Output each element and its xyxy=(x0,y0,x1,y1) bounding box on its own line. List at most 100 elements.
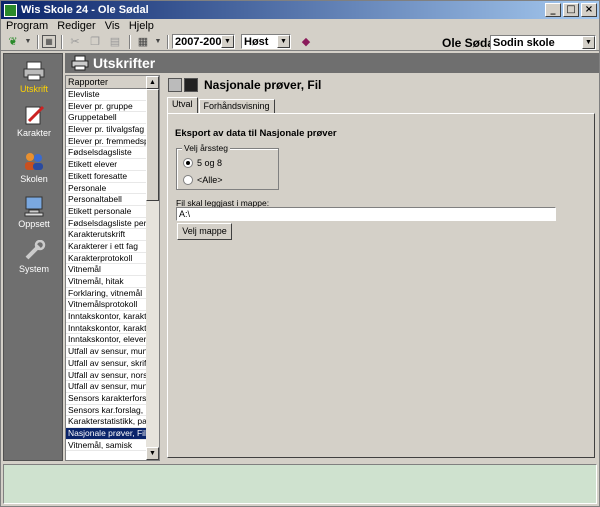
school-select[interactable]: Sodin skole ▼ xyxy=(490,35,596,50)
menu-hjelp[interactable]: Hjelp xyxy=(129,20,154,32)
sidebar-item-system[interactable]: System xyxy=(4,240,64,274)
title-bar: Wis Skole 24 - Ole Sødal _ □ × xyxy=(1,1,599,19)
report-list-item[interactable]: Karakterutskrift xyxy=(66,229,147,241)
print-preview-icon[interactable] xyxy=(168,78,182,92)
report-list-item[interactable]: Vitnemål xyxy=(66,264,147,276)
pencil-icon xyxy=(25,105,45,125)
folder-path-input[interactable]: A:\ xyxy=(176,207,556,221)
report-list-item[interactable]: Sensors kar.forslag, nor xyxy=(66,405,147,417)
report-list-item[interactable]: Inntakskontor, elever til xyxy=(66,334,147,347)
report-list-item[interactable]: Elever pr. gruppe xyxy=(66,101,147,113)
report-list-item[interactable]: Karakterer i ett fag xyxy=(66,241,147,253)
report-list-item[interactable]: Gruppetabell xyxy=(66,112,147,125)
report-list[interactable]: Rapporter Elevliste Elever pr. gruppe Grup… xyxy=(65,75,160,461)
report-list-item[interactable]: Personale xyxy=(66,183,147,195)
term-value: Høst xyxy=(244,35,269,48)
dropdown-arrow-icon[interactable]: ▼ xyxy=(154,34,162,50)
report-list-header: Rapporter xyxy=(66,76,147,89)
toolbar-separator xyxy=(61,34,63,49)
scrollbar-thumb[interactable] xyxy=(146,89,159,201)
report-list-item[interactable]: Karakterstatistikk, papir xyxy=(66,416,147,428)
sidebar-item-karakter[interactable]: Karakter xyxy=(4,104,64,138)
year-select[interactable]: 2007-2008 ▼ xyxy=(172,34,235,49)
calendar-icon[interactable]: ▦ xyxy=(42,35,56,48)
report-title: Nasjonale prøver, Fil xyxy=(168,78,321,92)
sidebar-item-utskrift[interactable]: Utskrift xyxy=(4,60,64,94)
report-list-item[interactable]: Fødselsdagsliste xyxy=(66,147,147,160)
radio-5-og-8[interactable]: 5 og 8 xyxy=(183,158,222,168)
report-title-text: Nasjonale prøver, Fil xyxy=(204,78,322,92)
report-list-item[interactable]: Etikett personale xyxy=(66,206,147,218)
report-list-item[interactable]: Elever pr. fremmedspråk xyxy=(66,136,147,148)
report-list-item[interactable]: Personaltabell xyxy=(66,194,147,206)
maximize-icon[interactable]: □ xyxy=(563,3,579,17)
book-icon[interactable]: ◆ xyxy=(297,34,315,50)
report-list-item[interactable]: Vitnemål, hitak xyxy=(66,276,147,288)
export-heading: Eksport av data til Nasjonale prøver xyxy=(175,128,337,139)
report-list-item[interactable]: Utfall av sensur, muntlig xyxy=(66,381,147,393)
sidebar-item-skolen[interactable]: Skolen xyxy=(4,150,64,184)
chevron-down-icon[interactable]: ▼ xyxy=(277,35,290,48)
radio-unselected-icon[interactable] xyxy=(183,175,193,185)
report-list-item[interactable]: Nasjonale prøver, Fil xyxy=(66,427,147,440)
content-panel: Nasjonale prøver, Fil Utval Forhåndsvisn… xyxy=(164,75,599,461)
minimize-icon[interactable]: _ xyxy=(545,3,561,17)
grade-group-label: Velj årssteg xyxy=(182,143,230,153)
menu-bar: Program Rediger Vis Hjelp xyxy=(1,19,599,33)
school-value: Sodin skole xyxy=(493,36,555,49)
scroll-down-icon[interactable]: ▼ xyxy=(146,447,159,460)
chevron-down-icon[interactable]: ▼ xyxy=(582,36,595,49)
close-icon[interactable]: × xyxy=(581,3,597,17)
report-list-item[interactable]: Vitnemål, samisk xyxy=(66,440,147,452)
report-list-item[interactable]: Utfall av sensur, norsk s xyxy=(66,370,147,382)
choose-folder-button[interactable]: Velj mappe xyxy=(177,223,232,240)
report-list-item[interactable]: Etikett foresatte xyxy=(66,171,147,183)
leaf-icon[interactable]: ❦ xyxy=(4,34,22,50)
report-list-item[interactable]: Utfall av sensur, muntlig xyxy=(66,346,147,358)
report-list-item[interactable]: Inntakskontor, karakter xyxy=(66,323,147,335)
report-list-item[interactable]: Elevliste xyxy=(66,89,147,101)
sidebar: Utskrift Karakter Skolen Oppsett System xyxy=(3,53,63,461)
section-title: Utskrifter xyxy=(93,55,156,71)
cut-icon[interactable]: ✂ xyxy=(66,34,84,50)
report-list-item[interactable]: Inntakskontor, karakter xyxy=(66,311,147,323)
radio-label: 5 og 8 xyxy=(197,158,223,168)
toolbar-separator xyxy=(167,34,169,49)
report-list-item[interactable]: Utfall av sensur, skriftlig xyxy=(66,358,147,370)
sidebar-item-oppsett[interactable]: Oppsett xyxy=(4,195,64,229)
radio-alle[interactable]: <Alle> xyxy=(183,175,223,185)
save-icon[interactable] xyxy=(184,78,198,92)
printer-icon xyxy=(23,61,45,81)
tab-strip: Utval Forhåndsvisning xyxy=(167,97,276,114)
tab-forhandsvisning[interactable]: Forhåndsvisning xyxy=(198,99,275,114)
paste-icon[interactable]: ▤ xyxy=(106,34,124,50)
menu-vis[interactable]: Vis xyxy=(105,20,120,32)
report-list-item[interactable]: Sensors karakterforslag xyxy=(66,393,147,405)
copy-icon[interactable]: ❐ xyxy=(86,34,104,50)
radio-label: <Alle> xyxy=(197,175,223,185)
sidebar-item-label: Oppsett xyxy=(18,219,50,229)
report-list-item[interactable]: Forklaring, vitnemål xyxy=(66,288,147,300)
printer-icon xyxy=(71,55,89,71)
report-list-item[interactable]: Elever pr. tilvalgsfag xyxy=(66,124,147,136)
report-list-item[interactable]: Etikett elever xyxy=(66,159,147,171)
report-list-scrollbar[interactable]: ▲ ▼ xyxy=(146,76,159,460)
report-list-item[interactable]: Karakterprotokoll xyxy=(66,253,147,265)
radio-selected-icon[interactable] xyxy=(183,158,193,168)
people-icon xyxy=(25,153,43,170)
app-window: Wis Skole 24 - Ole Sødal _ □ × Program R… xyxy=(0,0,600,507)
report-list-item[interactable]: Fødselsdagsliste personal xyxy=(66,218,147,230)
sidebar-item-label: Skolen xyxy=(20,174,48,184)
window-title: Wis Skole 24 - Ole Sødal xyxy=(21,4,149,16)
report-list-item[interactable]: Vitnemålsprotokoll xyxy=(66,299,147,312)
tab-utval[interactable]: Utval xyxy=(167,97,198,114)
menu-program[interactable]: Program xyxy=(6,20,48,32)
term-select[interactable]: Høst ▼ xyxy=(241,34,291,49)
dropdown-arrow-icon[interactable]: ▼ xyxy=(24,34,32,50)
menu-rediger[interactable]: Rediger xyxy=(57,20,96,32)
app-logo-icon xyxy=(4,3,17,17)
grid-icon[interactable]: ▦ xyxy=(134,34,152,50)
chevron-down-icon[interactable]: ▼ xyxy=(221,35,234,48)
toolbar-separator xyxy=(37,34,39,49)
scroll-up-icon[interactable]: ▲ xyxy=(146,76,159,89)
